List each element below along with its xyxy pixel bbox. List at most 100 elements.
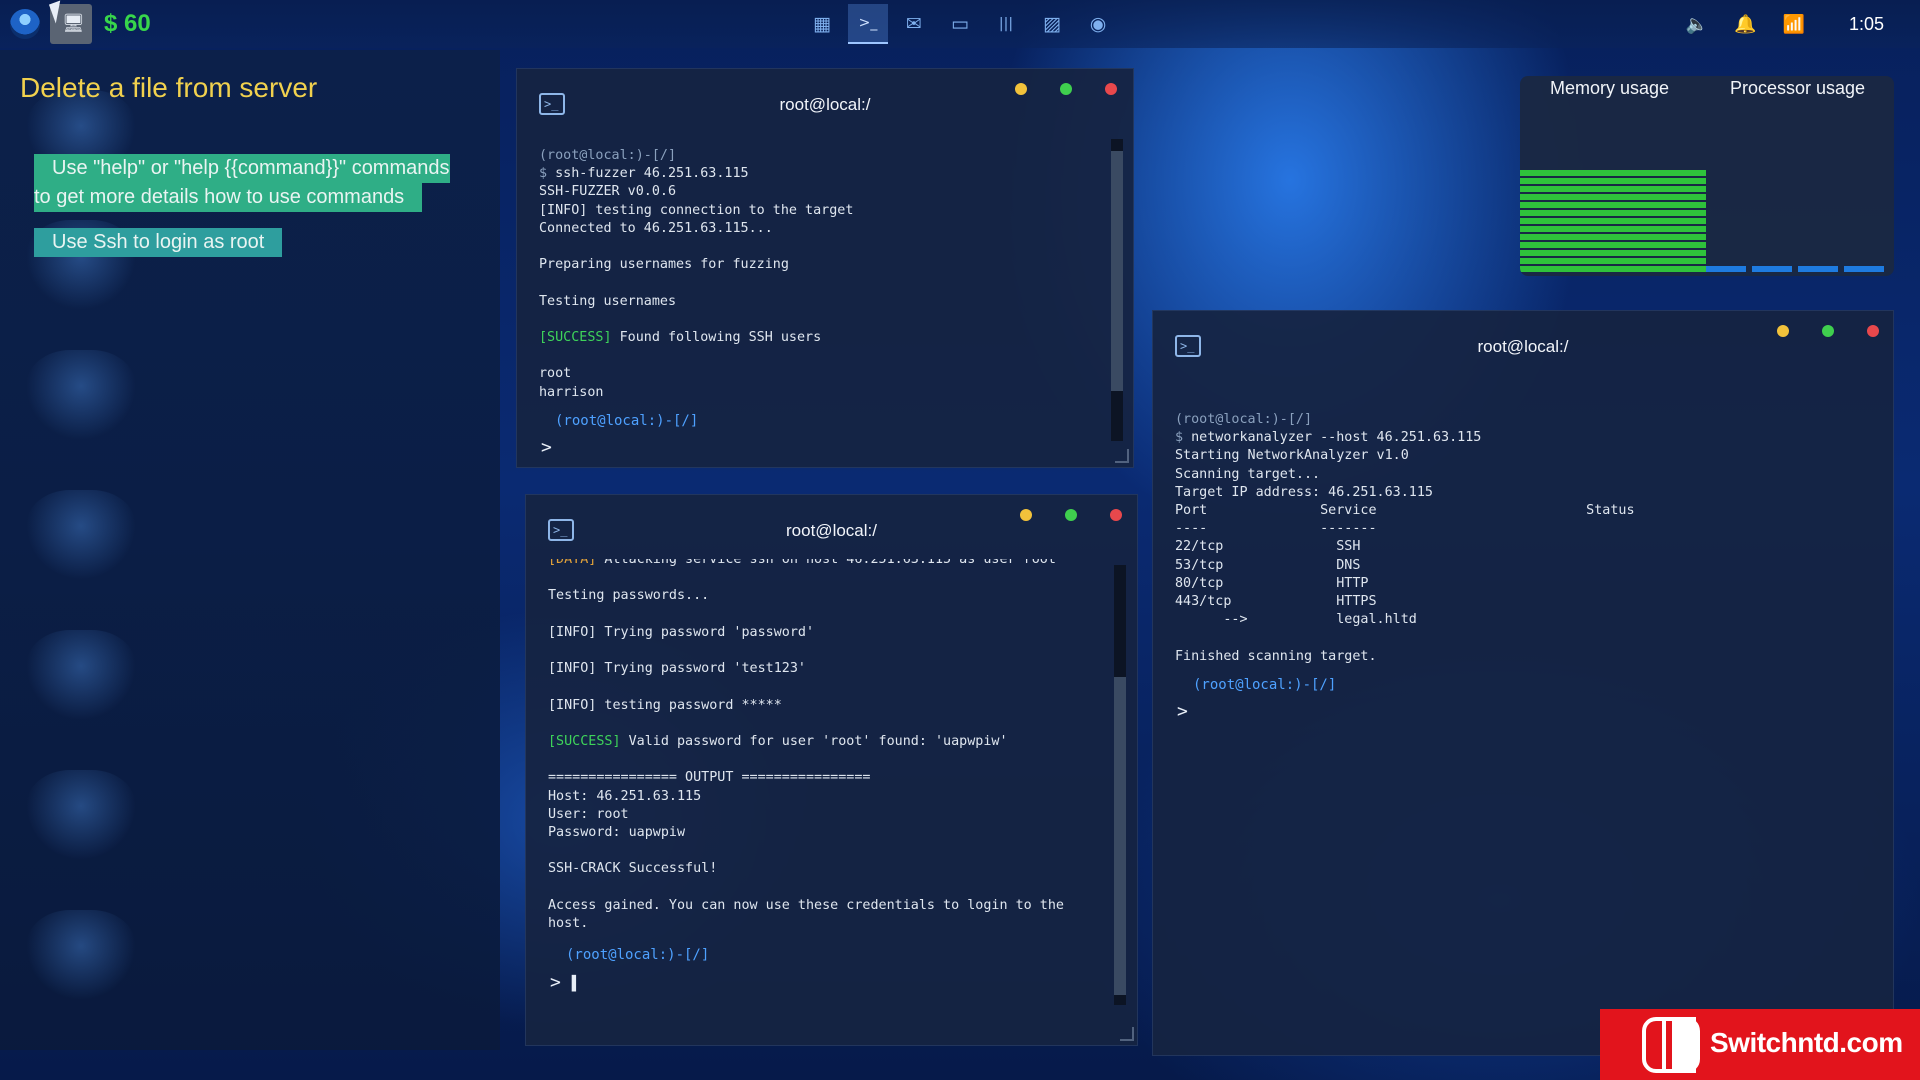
terminal-line: 53/tcp DNS xyxy=(1175,557,1875,575)
app-launcher: ▦ >_ ✉ ▭ ||| ▨ ◉ xyxy=(802,4,1118,44)
prompt-caret: > xyxy=(1177,701,1188,722)
mail-icon[interactable]: ✉ xyxy=(894,4,934,44)
minimize-button[interactable] xyxy=(1777,325,1789,337)
terminal-line: (root@local:)-[/] xyxy=(1175,411,1875,429)
terminal-line: Password: uapwpiw xyxy=(548,824,1108,842)
terminal-line: Finished scanning target. xyxy=(1175,648,1875,666)
memory-bar-segment xyxy=(1520,250,1706,256)
memory-bar-segment xyxy=(1520,170,1706,176)
resize-handle[interactable] xyxy=(1120,1027,1134,1041)
maximize-button[interactable] xyxy=(1060,83,1072,95)
wifi-icon[interactable]: 📶 xyxy=(1783,14,1805,35)
mission-task-help: Use "help" or "help {{command}}" command… xyxy=(34,154,484,212)
terminal-window-crack[interactable]: >_ root@local:/ [DATA] Attacking service… xyxy=(525,494,1138,1046)
image-icon[interactable]: ▨ xyxy=(1032,4,1072,44)
terminal-text: User: root xyxy=(548,806,629,822)
terminal-text: ssh-fuzzer 46.251.63.115 xyxy=(555,166,749,182)
terminal-line: [INFO] testing password ***** xyxy=(548,697,1108,715)
terminal-line: $ ssh-fuzzer 46.251.63.115 xyxy=(539,165,1099,183)
maximize-button[interactable] xyxy=(1065,509,1077,521)
globe-icon[interactable]: ◉ xyxy=(1078,4,1118,44)
calculator-icon[interactable]: ▦ xyxy=(802,4,842,44)
terminal-window-fuzzer[interactable]: >_ root@local:/ (root@local:)-[/] $ ssh-f… xyxy=(516,68,1134,468)
chat-icon[interactable]: ▭ xyxy=(940,4,980,44)
terminal-line: (root@local:)-[/] xyxy=(539,147,1099,165)
user-avatar-icon[interactable] xyxy=(10,9,40,39)
window-titlebar[interactable]: >_ root@local:/ xyxy=(517,69,1133,131)
processor-bar xyxy=(1752,266,1792,272)
task-line: Use "help" or "help {{command}}" command… xyxy=(34,154,450,183)
terminal-text: Starting NetworkAnalyzer v1.0 xyxy=(1175,448,1409,464)
terminal-line: Preparing usernames for fuzzing xyxy=(539,256,1099,274)
terminal-text: Preparing usernames for fuzzing xyxy=(539,257,789,273)
terminal-line: SSH-CRACK Successful! xyxy=(548,860,1108,878)
memory-bar-segment xyxy=(1520,266,1706,272)
terminal-line: [SUCCESS] Valid password for user 'root'… xyxy=(548,733,1108,751)
window-titlebar[interactable]: >_ root@local:/ xyxy=(526,495,1137,557)
memory-bar-segment xyxy=(1520,178,1706,184)
terminal-text: root xyxy=(539,366,572,382)
terminal-line: SSH-FUZZER v0.0.6 xyxy=(539,183,1099,201)
terminal-text: Host: 46.251.63.115 xyxy=(548,788,702,804)
terminal-text: [INFO] testing password ***** xyxy=(548,697,782,713)
task-line: to get more details how to use commands xyxy=(34,183,423,212)
maximize-button[interactable] xyxy=(1822,325,1834,337)
minimize-button[interactable] xyxy=(1015,83,1027,95)
scrollbar[interactable] xyxy=(1111,139,1123,441)
terminal-line: 80/tcp HTTP xyxy=(1175,575,1875,593)
terminal-window-network[interactable]: >_ root@local:/ (root@local:)-[/] $ netwo… xyxy=(1152,310,1894,1056)
terminal-line: [INFO] testing connection to the target xyxy=(539,202,1099,220)
processor-bar xyxy=(1798,266,1838,272)
minimize-button[interactable] xyxy=(1020,509,1032,521)
command-input[interactable]: > ▌ xyxy=(550,972,580,993)
memory-bar-segment xyxy=(1520,258,1706,264)
memory-bar-segment xyxy=(1520,210,1706,216)
terminal-text: Scanning target... xyxy=(1175,466,1321,482)
switch-logo-icon xyxy=(1642,1017,1700,1073)
terminal-line: host. xyxy=(548,915,1108,933)
command-input[interactable]: > xyxy=(1177,701,1188,722)
terminal-text: Connected to 46.251.63.115... xyxy=(539,220,773,236)
terminal-line: ================ OUTPUT ================ xyxy=(548,769,1108,787)
bell-icon[interactable]: 🔔 xyxy=(1734,14,1756,35)
library-icon[interactable]: ||| xyxy=(986,4,1026,44)
resize-handle[interactable] xyxy=(1115,449,1129,463)
window-title: root@local:/ xyxy=(779,95,871,114)
mission-task-ssh: Use Ssh to login as root xyxy=(34,228,283,257)
terminal-viewport: [DATA] Attacking service ssh on host 46.… xyxy=(526,559,1116,963)
volume-icon[interactable]: 🔈 xyxy=(1686,14,1708,35)
close-button[interactable] xyxy=(1110,509,1122,521)
scrollbar[interactable] xyxy=(1114,565,1126,1005)
terminal-prompt: (root@local:)-[/] xyxy=(566,947,710,963)
terminal-line: Access gained. You can now use these cre… xyxy=(548,897,1108,915)
clock: 1:05 xyxy=(1848,13,1884,34)
terminal-text: ================ OUTPUT ================ xyxy=(548,770,871,786)
terminal-text: Access gained. You can now use these cre… xyxy=(548,897,1064,913)
watermark-banner: Switchntd.com xyxy=(1600,1009,1920,1080)
terminal-text: $ xyxy=(1175,430,1192,446)
window-title: root@local:/ xyxy=(1477,337,1569,356)
memory-bar-segment xyxy=(1520,186,1706,192)
terminal-text: host. xyxy=(548,916,589,932)
mission-title: Delete a file from server xyxy=(20,72,318,103)
terminal-text: harrison xyxy=(539,384,604,400)
terminal-text: [INFO] Trying password 'password' xyxy=(548,624,815,640)
scrollbar-thumb[interactable] xyxy=(1114,677,1126,995)
scrollbar-thumb[interactable] xyxy=(1111,151,1123,391)
terminal-line: Connected to 46.251.63.115... xyxy=(539,220,1099,238)
taskbar: 🖥 $ 60 ▦ >_ ✉ ▭ ||| ▨ ◉ 🔈 🔔 📶 1:05 xyxy=(0,0,1920,48)
close-button[interactable] xyxy=(1105,83,1117,95)
prompt-caret: > xyxy=(541,437,552,458)
command-input[interactable]: > xyxy=(541,437,552,458)
window-titlebar[interactable]: >_ root@local:/ xyxy=(1153,311,1893,373)
terminal-line: --> legal.hltd xyxy=(1175,611,1875,629)
close-button[interactable] xyxy=(1867,325,1879,337)
terminal-icon[interactable]: >_ xyxy=(848,4,888,44)
terminal-text: networkanalyzer --host 46.251.63.115 xyxy=(1191,430,1482,446)
